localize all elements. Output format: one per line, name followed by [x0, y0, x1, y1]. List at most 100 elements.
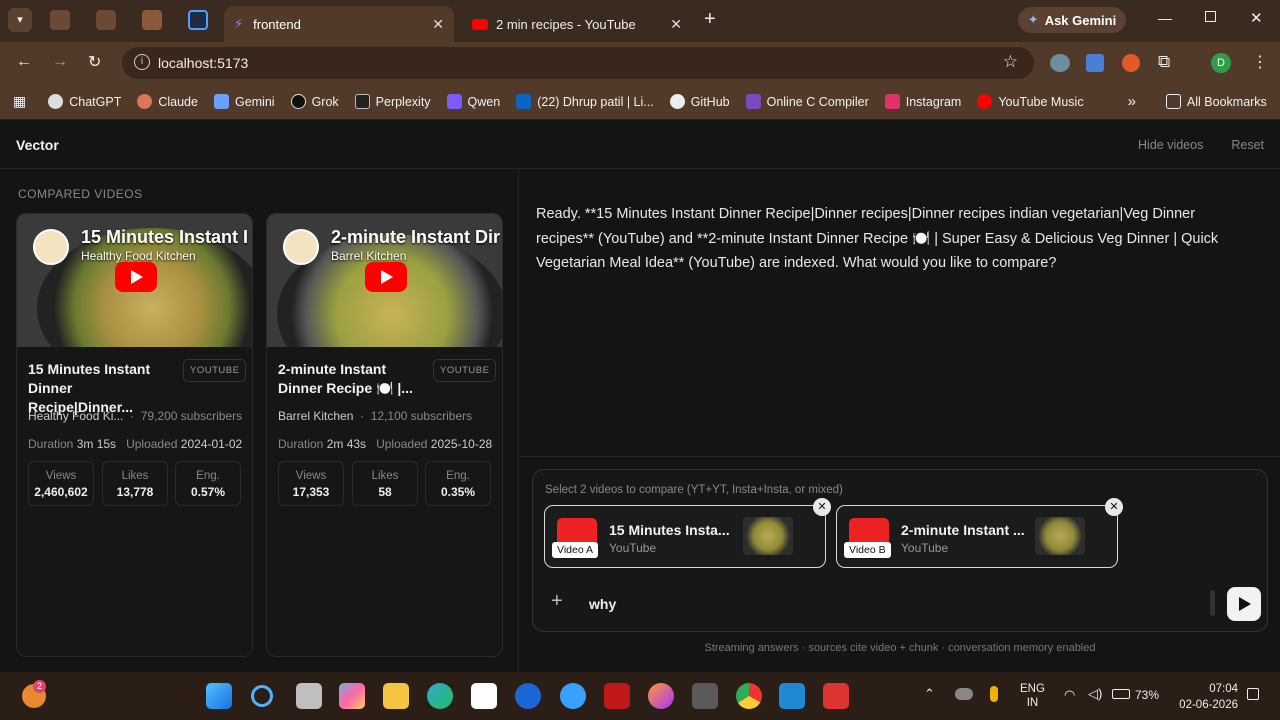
ask-gemini-button[interactable]: ✦ Ask Gemini [1018, 7, 1126, 33]
site-info-icon[interactable]: i [134, 54, 150, 70]
notification-badge: 2 [33, 680, 46, 693]
snipping-tool-icon[interactable] [823, 683, 849, 709]
video-chip-a[interactable]: Video A 15 Minutes Insta... YouTube ✕ [544, 498, 831, 568]
play-icon[interactable] [115, 262, 157, 292]
bookmark-claude[interactable]: Claude [137, 94, 198, 109]
input-scrollbar[interactable] [1210, 590, 1215, 616]
bookmark-chatgpt[interactable]: ChatGPT [48, 94, 121, 109]
bookmark-github[interactable]: GitHub [669, 94, 730, 109]
extension-icon-1[interactable] [1050, 54, 1070, 72]
video-thumbnail[interactable]: 15 Minutes Instant I Healthy Food Kitche… [17, 214, 252, 347]
video-card-b[interactable]: 2-minute Instant Dir Barrel Kitchen 2-mi… [266, 213, 503, 657]
tray-overflow-icon[interactable]: ⌃ [924, 686, 935, 702]
apps-grid-icon[interactable]: ▦ [13, 93, 26, 110]
help-icon[interactable] [560, 683, 586, 709]
extension-icon-3[interactable] [1122, 54, 1140, 72]
channel-info: Barrel Kitchen · 12,100 subscribers [278, 409, 473, 423]
tab-frontend[interactable]: ⚡ frontend ✕ [224, 6, 454, 42]
bookmarks-overflow-button[interactable]: » [1128, 93, 1136, 110]
youtube-music-icon [977, 94, 993, 109]
address-bar[interactable]: i localhost:5173 ☆ [122, 47, 1034, 79]
bookmark-youtube-music[interactable]: YouTube Music [977, 94, 1084, 109]
minimize-button[interactable]: — [1158, 10, 1172, 26]
close-window-button[interactable]: ✕ [1250, 9, 1263, 27]
wifi-icon[interactable]: ◠ [1064, 687, 1075, 703]
close-icon[interactable]: ✕ [670, 16, 682, 33]
file-explorer-icon[interactable] [383, 683, 409, 709]
volume-icon[interactable]: ◁) [1088, 686, 1102, 702]
bookmark-qwen[interactable]: Qwen [446, 94, 500, 109]
pinned-tab-1[interactable] [50, 10, 70, 30]
copilot-icon[interactable] [339, 683, 365, 709]
video-title[interactable]: 2-minute Instant Dinner Recipe 🍽️ |... [278, 360, 428, 398]
close-icon[interactable]: ✕ [432, 16, 444, 33]
all-bookmarks[interactable]: All Bookmarks [1165, 94, 1267, 109]
chat-panel: Ready. **15 Minutes Instant Dinner Recip… [520, 170, 1280, 672]
stat-views: Views 17,353 [278, 461, 344, 506]
chatgpt-icon [48, 94, 64, 109]
onedrive-off-icon[interactable] [955, 688, 973, 700]
play-icon[interactable] [365, 262, 407, 292]
perplexity-icon [354, 94, 370, 109]
bookmark-star-icon[interactable]: ☆ [1003, 52, 1018, 72]
bookmark-linkedin[interactable]: (22) Dhrup patil | Li... [516, 94, 654, 109]
bookmark-grok[interactable]: Grok [290, 94, 339, 109]
tab-youtube[interactable]: 2 min recipes - YouTube ✕ [462, 6, 692, 42]
remove-chip-button[interactable]: ✕ [813, 498, 831, 516]
bookmark-online-c-compiler[interactable]: Online C Compiler [745, 94, 869, 109]
compiler-icon [745, 94, 761, 109]
vscode-icon[interactable] [779, 683, 805, 709]
calculator-icon[interactable] [692, 683, 718, 709]
edge-icon[interactable] [427, 683, 453, 709]
bookmark-instagram[interactable]: Instagram [884, 94, 961, 109]
reset-button[interactable]: Reset [1231, 138, 1264, 152]
app-header: Vector Hide videos Reset [0, 121, 1280, 169]
avatar[interactable]: D [1211, 53, 1231, 73]
forward-button[interactable]: → [52, 53, 68, 71]
microphone-icon[interactable] [990, 686, 998, 702]
video-tag: Video A [552, 542, 599, 558]
pinned-tab-2[interactable] [96, 10, 116, 30]
video-card-a[interactable]: 15 Minutes Instant I Healthy Food Kitche… [16, 213, 253, 657]
stat-engagement: Eng. 0.57% [175, 461, 241, 506]
pinned-tab-3[interactable] [142, 10, 162, 30]
hide-videos-button[interactable]: Hide videos [1138, 138, 1203, 152]
video-thumbnail[interactable]: 2-minute Instant Dir Barrel Kitchen [267, 214, 502, 347]
video-chip-b[interactable]: Video B 2-minute Instant ... YouTube ✕ [836, 498, 1123, 568]
translate-icon[interactable] [1086, 54, 1104, 72]
chrome-icon[interactable] [736, 683, 762, 709]
store-icon[interactable] [471, 683, 497, 709]
search-icon[interactable] [251, 685, 273, 707]
chip-thumbnail [743, 517, 793, 555]
youtube-icon [472, 18, 488, 30]
back-button[interactable]: ← [16, 53, 32, 71]
puzzle-icon[interactable]: ⧉ [1158, 52, 1170, 72]
start-icon[interactable] [206, 683, 232, 709]
clock[interactable]: 07:04 02-06-2026 [1172, 681, 1238, 713]
bookmark-perplexity[interactable]: Perplexity [354, 94, 431, 109]
tab-search-button[interactable]: ▾ [8, 8, 32, 32]
new-tab-button[interactable]: + [704, 8, 716, 31]
send-button[interactable] [1227, 587, 1261, 621]
composer-hint: Select 2 videos to compare (YT+YT, Insta… [545, 484, 843, 496]
language-indicator[interactable]: ENG IN [1020, 682, 1045, 710]
channel-avatar [33, 229, 69, 265]
mcafee-icon[interactable] [604, 683, 630, 709]
bookmark-gemini[interactable]: Gemini [213, 94, 275, 109]
firefox-icon[interactable] [648, 683, 674, 709]
kebab-menu-icon[interactable]: ⋮ [1252, 52, 1268, 72]
task-view-icon[interactable] [296, 683, 322, 709]
pinned-tab-4[interactable] [188, 10, 208, 30]
restore-button[interactable] [1205, 11, 1216, 22]
send-arrow-icon [1239, 597, 1251, 611]
notification-center-icon[interactable] [1247, 688, 1259, 700]
vite-icon: ⚡ [234, 16, 244, 31]
message-input[interactable]: why [589, 596, 616, 612]
reload-button[interactable]: ↻ [88, 52, 101, 72]
attach-plus-button[interactable]: + [551, 590, 563, 613]
chip-thumbnail [1035, 517, 1085, 555]
thumbnail-title: 2-minute Instant Dir [331, 227, 501, 247]
battery-icon[interactable] [1112, 689, 1130, 699]
remove-chip-button[interactable]: ✕ [1105, 498, 1123, 516]
hp-icon[interactable] [515, 683, 541, 709]
